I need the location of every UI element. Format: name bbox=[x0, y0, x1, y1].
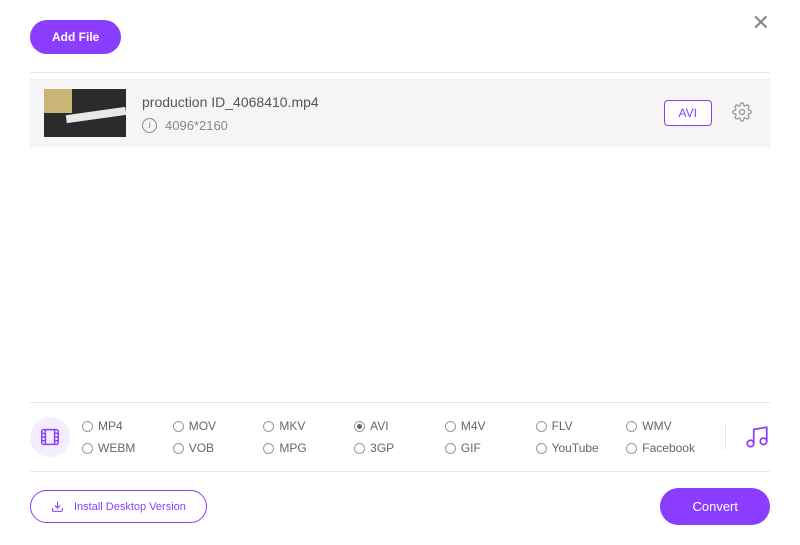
format-label: WMV bbox=[642, 419, 671, 433]
format-option-mp4[interactable]: MP4 bbox=[82, 419, 169, 433]
format-label: AVI bbox=[370, 419, 388, 433]
file-row: production ID_4068410.mp4 i 4096*2160 AV… bbox=[30, 79, 770, 147]
format-option-webm[interactable]: WEBM bbox=[82, 441, 169, 455]
video-thumbnail[interactable] bbox=[44, 89, 126, 137]
info-icon[interactable]: i bbox=[142, 118, 157, 133]
video-category-button[interactable] bbox=[30, 417, 70, 457]
format-label: YouTube bbox=[552, 441, 599, 455]
format-option-wmv[interactable]: WMV bbox=[626, 419, 713, 433]
footer: Install Desktop Version Convert bbox=[30, 472, 770, 525]
resolution-text: 4096*2160 bbox=[165, 118, 228, 133]
format-option-mpg[interactable]: MPG bbox=[263, 441, 350, 455]
resolution-row: i 4096*2160 bbox=[142, 118, 648, 133]
format-option-mov[interactable]: MOV bbox=[173, 419, 260, 433]
radio-icon bbox=[82, 421, 93, 432]
gear-icon bbox=[732, 102, 752, 122]
format-label: WEBM bbox=[98, 441, 135, 455]
format-option-facebook[interactable]: Facebook bbox=[626, 441, 713, 455]
file-name: production ID_4068410.mp4 bbox=[142, 94, 648, 110]
radio-icon bbox=[536, 421, 547, 432]
format-label: MOV bbox=[189, 419, 216, 433]
add-file-button[interactable]: Add File bbox=[30, 20, 121, 54]
download-icon bbox=[51, 500, 64, 513]
radio-icon bbox=[354, 443, 365, 454]
format-option-mkv[interactable]: MKV bbox=[263, 419, 350, 433]
audio-category-button[interactable] bbox=[725, 424, 770, 450]
format-label: 3GP bbox=[370, 441, 394, 455]
format-label: MP4 bbox=[98, 419, 123, 433]
radio-icon bbox=[445, 443, 456, 454]
header: Add File ✕ bbox=[30, 20, 770, 54]
radio-icon bbox=[173, 443, 184, 454]
radio-icon bbox=[354, 421, 365, 432]
settings-button[interactable] bbox=[728, 98, 756, 129]
radio-icon bbox=[82, 443, 93, 454]
format-option-gif[interactable]: GIF bbox=[445, 441, 532, 455]
format-option-vob[interactable]: VOB bbox=[173, 441, 260, 455]
target-format-badge[interactable]: AVI bbox=[664, 100, 712, 126]
install-label: Install Desktop Version bbox=[74, 501, 186, 513]
radio-icon bbox=[445, 421, 456, 432]
format-label: MPG bbox=[279, 441, 306, 455]
install-desktop-button[interactable]: Install Desktop Version bbox=[30, 490, 207, 523]
format-label: M4V bbox=[461, 419, 486, 433]
file-info: production ID_4068410.mp4 i 4096*2160 bbox=[142, 94, 648, 133]
close-icon: ✕ bbox=[752, 10, 770, 35]
format-option-youtube[interactable]: YouTube bbox=[536, 441, 623, 455]
content-spacer bbox=[30, 147, 770, 402]
radio-icon bbox=[536, 443, 547, 454]
music-icon bbox=[744, 424, 770, 450]
format-label: FLV bbox=[552, 419, 573, 433]
radio-icon bbox=[626, 421, 637, 432]
formats-section: MP4 MOV MKV AVI M4V FLV WMV WEBM VOB MPG 3GP GIF You… bbox=[30, 402, 770, 472]
format-label: Facebook bbox=[642, 441, 695, 455]
format-option-3gp[interactable]: 3GP bbox=[354, 441, 441, 455]
format-option-m4v[interactable]: M4V bbox=[445, 419, 532, 433]
format-label: VOB bbox=[189, 441, 214, 455]
formats-grid: MP4 MOV MKV AVI M4V FLV WMV WEBM VOB MPG 3GP GIF You… bbox=[82, 419, 713, 455]
film-icon bbox=[39, 426, 61, 448]
radio-icon bbox=[263, 421, 274, 432]
radio-icon bbox=[626, 443, 637, 454]
app-container: Add File ✕ production ID_4068410.mp4 i 4… bbox=[0, 0, 800, 545]
radio-icon bbox=[173, 421, 184, 432]
format-option-flv[interactable]: FLV bbox=[536, 419, 623, 433]
convert-button[interactable]: Convert bbox=[660, 488, 770, 525]
format-label: MKV bbox=[279, 419, 305, 433]
format-option-avi[interactable]: AVI bbox=[354, 419, 441, 433]
close-button[interactable]: ✕ bbox=[752, 12, 770, 34]
radio-icon bbox=[263, 443, 274, 454]
format-label: GIF bbox=[461, 441, 481, 455]
divider bbox=[30, 72, 770, 73]
